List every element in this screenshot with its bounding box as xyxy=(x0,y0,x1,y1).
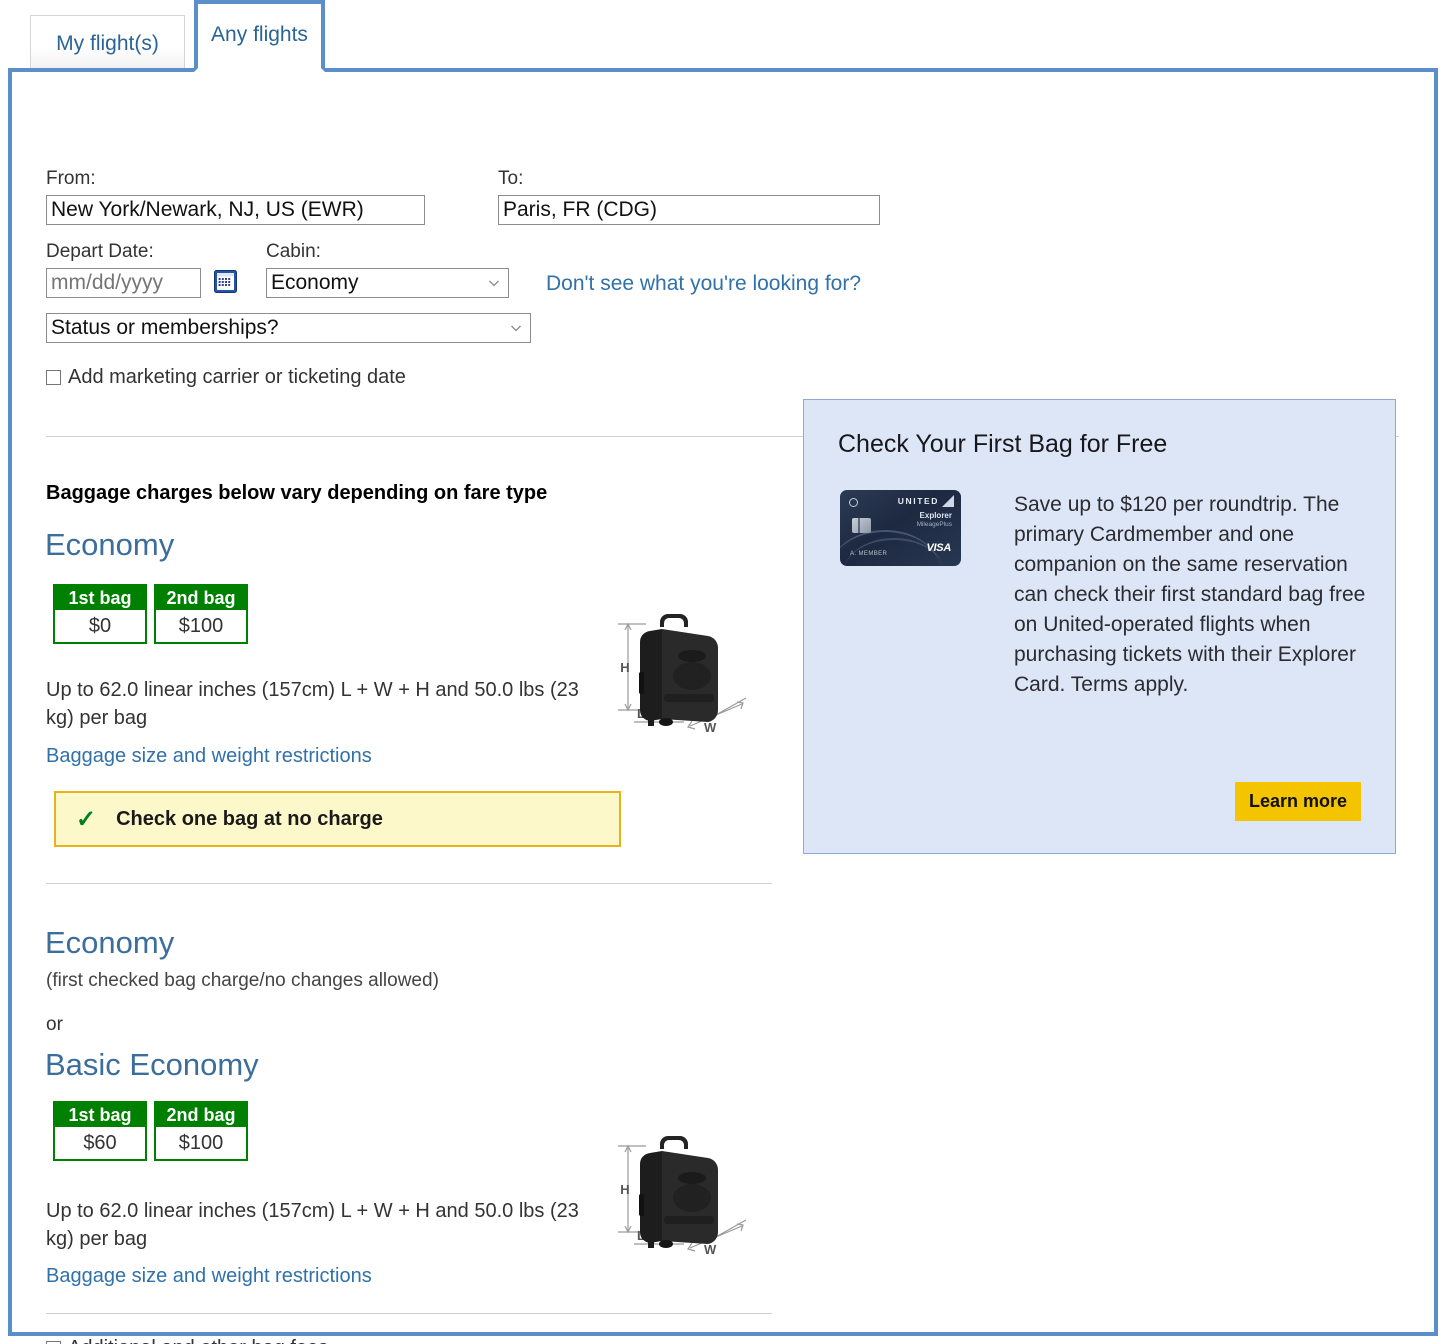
bag-fee-badge-value: $60 xyxy=(55,1127,145,1159)
no-charge-callout: ✓ Check one bag at no charge xyxy=(54,791,621,847)
cabin-label: Cabin: xyxy=(266,241,321,262)
card-network-label: VISA xyxy=(926,542,952,554)
bag-fee-badge-head: 2nd bag xyxy=(156,586,246,610)
check-icon: ✓ xyxy=(76,805,97,833)
chevron-down-icon xyxy=(510,322,522,334)
luggage-height-label: H xyxy=(620,1182,629,1197)
tab-any-flights[interactable]: Any flights xyxy=(194,0,325,72)
luggage-diagram: H L W xyxy=(606,606,756,746)
united-explorer-card-image: UNITED Explorer MileagePlus A. MEMBER VI… xyxy=(840,490,961,566)
additional-bag-fees-checkbox-row[interactable]: Additional and other bag fees xyxy=(46,1337,328,1344)
cabin-select-value: Economy xyxy=(271,271,359,294)
depart-date-label: Depart Date: xyxy=(46,241,154,262)
promo-title: Check Your First Bag for Free xyxy=(838,430,1168,458)
main-panel: From: To: Depart Date: Cabin: xyxy=(8,68,1438,1344)
marketing-carrier-checkbox-label: Add marketing carrier or ticketing date xyxy=(68,366,406,388)
tab-my-flights[interactable]: My flight(s) xyxy=(30,15,185,72)
learn-more-button[interactable]: Learn more xyxy=(1234,782,1361,821)
section-1-size-restrictions-link[interactable]: Baggage size and weight restrictions xyxy=(46,745,372,768)
baggage-fee-lookup-page: My flight(s) Any flights From: To: Depar… xyxy=(0,0,1446,1344)
cabin-select[interactable]: Economy xyxy=(266,268,509,298)
tab-bar: My flight(s) Any flights xyxy=(0,0,1446,72)
status-memberships-select[interactable]: Status or memberships? xyxy=(46,313,531,343)
no-charge-callout-text: Check one bag at no charge xyxy=(116,807,383,830)
card-brand-label: UNITED xyxy=(897,496,939,506)
section-2-size-text: Up to 62.0 linear inches (157cm) L + W +… xyxy=(46,1200,579,1251)
status-memberships-value: Status or memberships? xyxy=(51,316,279,339)
tab-any-flights-label: Any flights xyxy=(211,23,308,46)
section-2-subtitle: (first checked bag charge/no changes all… xyxy=(46,970,439,991)
globe-icon xyxy=(849,498,858,507)
baggage-charges-heading: Baggage charges below vary depending on … xyxy=(46,482,548,504)
bag-fee-badge: 2nd bag $100 xyxy=(154,1101,248,1161)
section-1-bag-fees: 1st bag $0 2nd bag $100 xyxy=(53,584,248,644)
divider-middle xyxy=(46,883,772,884)
divider-bottom xyxy=(46,1313,772,1314)
card-holder-name: A. MEMBER xyxy=(850,551,888,557)
depart-date-input[interactable] xyxy=(46,268,201,298)
bag-fee-badge-head: 1st bag xyxy=(55,1103,145,1127)
tab-my-flights-label: My flight(s) xyxy=(56,32,159,55)
section-2-size-restrictions-link[interactable]: Baggage size and weight restrictions xyxy=(46,1265,372,1288)
marketing-carrier-checkbox-row[interactable]: Add marketing carrier or ticketing date xyxy=(46,366,406,389)
bag-fee-badge: 1st bag $60 xyxy=(53,1101,147,1161)
bag-fee-badge-head: 2nd bag xyxy=(156,1103,246,1127)
marketing-carrier-checkbox[interactable] xyxy=(46,370,61,385)
section-2-title: Economy xyxy=(45,925,175,960)
section-2-title-basic-economy: Basic Economy xyxy=(45,1047,259,1082)
card-product-label: Explorer xyxy=(919,511,952,520)
promo-body-text: Save up to $120 per roundtrip. The prima… xyxy=(1014,493,1366,697)
section-2-bag-fees: 1st bag $60 2nd bag $100 xyxy=(53,1101,248,1161)
section-2-or-text: or xyxy=(46,1014,63,1035)
dont-see-link[interactable]: Don't see what you're looking for? xyxy=(546,272,861,296)
luggage-width-label: W xyxy=(704,720,717,735)
bag-fee-badge-value: $100 xyxy=(156,1127,246,1159)
bag-fee-badge: 1st bag $0 xyxy=(53,584,147,644)
from-label: From: xyxy=(46,168,96,189)
airline-tail-icon xyxy=(942,495,954,507)
bag-fee-badge-value: $0 xyxy=(55,610,145,642)
to-input[interactable] xyxy=(498,195,880,225)
calendar-icon[interactable] xyxy=(214,270,237,293)
to-label: To: xyxy=(498,168,524,189)
card-program-label: MileagePlus xyxy=(916,521,952,528)
luggage-width-label: W xyxy=(704,1242,717,1257)
section-1-size-text: Up to 62.0 linear inches (157cm) L + W +… xyxy=(46,679,579,730)
from-input[interactable] xyxy=(46,195,425,225)
bag-fee-badge-value: $100 xyxy=(156,610,246,642)
section-1-title: Economy xyxy=(45,527,175,562)
bag-fee-badge-head: 1st bag xyxy=(55,586,145,610)
bag-fee-badge: 2nd bag $100 xyxy=(154,584,248,644)
additional-bag-fees-checkbox-label: Additional and other bag fees xyxy=(68,1337,328,1344)
first-bag-free-promo: Check Your First Bag for Free UNITED Exp… xyxy=(803,399,1396,854)
chevron-down-icon xyxy=(488,277,500,289)
luggage-diagram: H L W xyxy=(606,1128,756,1268)
luggage-height-label: H xyxy=(620,660,629,675)
